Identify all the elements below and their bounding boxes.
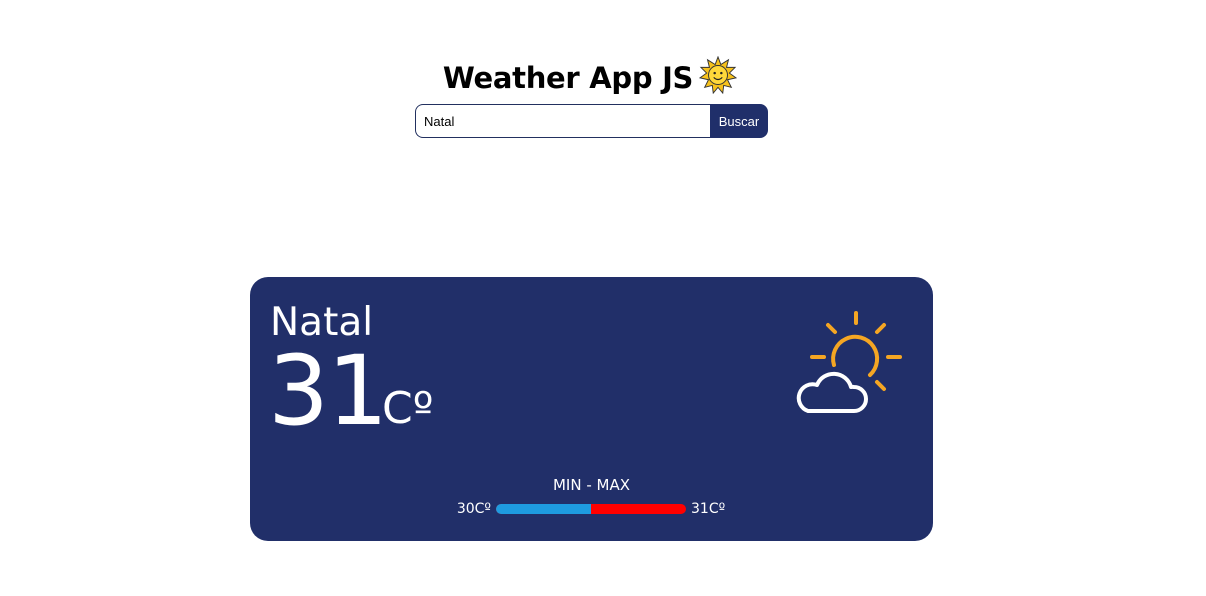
min-max-range: 30Cº 31Cº xyxy=(456,499,726,519)
temperature-unit: Cº xyxy=(382,383,434,434)
search-button[interactable]: Buscar xyxy=(710,104,768,138)
temperature-value: 31 xyxy=(268,335,388,447)
weather-card: Natal 31 Cº MIN - MAX 30Cº 31Cº xyxy=(250,277,933,541)
weather-app-page: Weather App JS Buscar Natal 31 Cº xyxy=(0,0,1206,596)
app-header: Weather App JS xyxy=(0,56,1180,95)
min-temperature: 30Cº xyxy=(456,501,491,517)
city-search-input[interactable] xyxy=(415,104,710,138)
search-bar: Buscar xyxy=(415,104,768,138)
min-max-label: MIN - MAX xyxy=(552,476,630,494)
max-temperature: 31Cº xyxy=(691,501,726,517)
partly-cloudy-icon xyxy=(796,311,902,413)
page-title: Weather App JS xyxy=(442,61,694,95)
sun-face-icon xyxy=(699,56,738,94)
temperature-range-bar xyxy=(496,504,686,514)
range-min-segment xyxy=(496,504,591,514)
